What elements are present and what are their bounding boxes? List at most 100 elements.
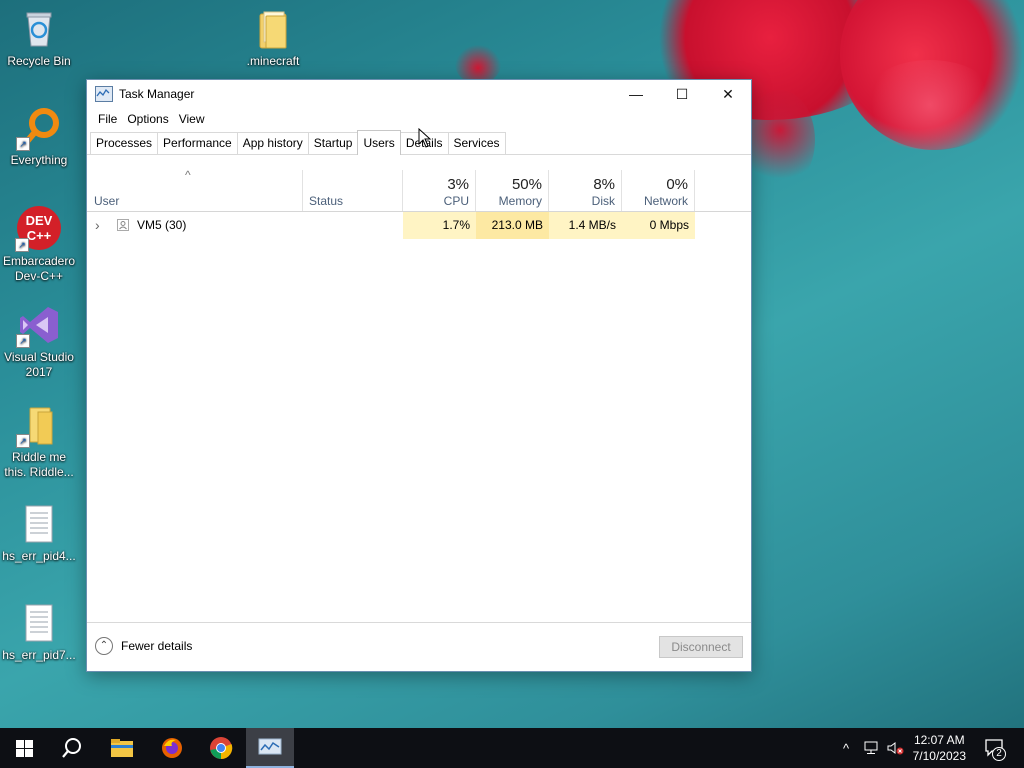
folder-icon (252, 8, 294, 50)
desktop-icon-label: Everything (10, 153, 68, 167)
desktop-icon-minecraft-folder[interactable]: .minecraft (235, 8, 311, 69)
column-header-status[interactable]: Status (303, 170, 403, 212)
user-status (303, 212, 403, 239)
volume-muted-icon[interactable] (884, 728, 906, 768)
search-icon (62, 738, 81, 758)
column-label-status: Status (309, 194, 344, 208)
disk-total-percent: 8% (593, 176, 615, 193)
wallpaper-flower-tip (455, 44, 501, 84)
tray-overflow-chevron[interactable]: ^ (836, 728, 856, 768)
text-file-icon (18, 503, 60, 545)
taskbar-firefox[interactable] (148, 728, 196, 768)
desktop-icon-label: hs_err_pid4... (2, 549, 76, 563)
tab-processes[interactable]: Processes (90, 132, 159, 154)
collapse-circle-icon[interactable]: ⌃ (95, 637, 113, 655)
memory-cell: 213.0 MB (476, 212, 549, 239)
column-header-cpu[interactable]: 3% CPU (403, 170, 476, 212)
text-file-icon (18, 602, 60, 644)
taskbar-task-manager[interactable] (246, 728, 294, 768)
clock-date: 7/10/2023 (912, 749, 966, 763)
menu-options[interactable]: Options (122, 112, 173, 126)
user-name: VM5 (30) (137, 218, 187, 232)
notification-count-badge: 2 (992, 747, 1006, 761)
column-label-network: Network (643, 194, 688, 208)
cpu-total-percent: 3% (447, 176, 469, 193)
desktop-icon-everything[interactable]: ↗ Everything (1, 107, 77, 168)
recycle-bin-icon (18, 8, 60, 50)
desktop-icon-visual-studio[interactable]: ↗ Visual Studio 2017 (1, 304, 77, 380)
taskbar: ^ 12:07 AM 7/10/2023 2 (0, 728, 1024, 768)
desktop-icon-label: hs_err_pid7... (2, 648, 76, 662)
desktop-icon-label: .minecraft (246, 54, 300, 68)
column-header-memory[interactable]: 50% Memory (476, 170, 549, 212)
maximize-icon: ☐ (675, 85, 689, 102)
windows-logo-icon (15, 739, 33, 757)
system-clock[interactable]: 12:07 AM 7/10/2023 (913, 732, 966, 764)
task-manager-icon (95, 86, 113, 102)
file-explorer-icon (111, 739, 133, 757)
network-cell: 0 Mbps (622, 212, 695, 239)
shortcut-arrow-icon: ↗ (16, 434, 30, 448)
table-row[interactable]: › VM5 (30) 1.7% 213.0 MB 1.4 MB/s 0 Mbps (87, 212, 751, 239)
firefox-icon (162, 738, 182, 758)
memory-total-percent: 50% (511, 176, 542, 193)
menu-bar: File Options View (87, 108, 751, 130)
wallpaper-flower-petal-lower (860, 60, 1000, 150)
shortcut-arrow-icon: ↗ (15, 238, 29, 252)
tab-startup[interactable]: Startup (307, 132, 359, 154)
column-label-disk: Disk (591, 194, 615, 208)
tab-app-history[interactable]: App history (236, 132, 309, 154)
close-button[interactable]: ✕ (705, 80, 751, 108)
menu-file[interactable]: File (93, 112, 122, 126)
close-icon: ✕ (722, 85, 734, 102)
desktop-icon-riddle-file[interactable]: ↗ Riddle me this. Riddle... (1, 404, 77, 480)
column-header-user[interactable]: ^ User (87, 168, 303, 212)
desktop-icon-label: Recycle Bin (7, 54, 71, 68)
disk-cell: 1.4 MB/s (549, 212, 622, 239)
network-total-percent: 0% (666, 176, 688, 193)
mouse-cursor (418, 128, 432, 148)
tab-performance[interactable]: Performance (157, 132, 238, 154)
disconnect-button[interactable]: Disconnect (659, 636, 743, 658)
shortcut-arrow-icon: ↗ (16, 334, 30, 348)
minimize-button[interactable]: — (613, 80, 659, 108)
desktop-icon-label: Riddle me this. Riddle... (4, 450, 74, 479)
menu-view[interactable]: View (174, 112, 210, 126)
tab-services[interactable]: Services (447, 132, 506, 154)
minimize-icon: — (629, 86, 643, 102)
desktop-icon-hs-err-log-2[interactable]: hs_err_pid7... (1, 602, 77, 663)
clock-time: 12:07 AM (913, 733, 965, 747)
network-icon[interactable] (860, 728, 882, 768)
wallpaper-flower-bud (745, 90, 815, 190)
desktop-icon-label: Embarcadero Dev-C++ (2, 254, 76, 283)
start-button[interactable] (0, 728, 48, 768)
desktop-icon-label: Visual Studio 2017 (4, 350, 74, 379)
desktop-icon-devcpp[interactable]: DEV C++ ↗ Embarcadero Dev-C++ (1, 206, 77, 284)
taskbar-chrome[interactable] (197, 728, 245, 768)
expand-chevron-icon[interactable]: › (95, 212, 100, 239)
window-footer: ⌃ Fewer details Disconnect (87, 622, 751, 671)
task-manager-window[interactable]: Task Manager — ☐ ✕ File Options View Pro… (86, 79, 752, 672)
column-label-user: User (94, 194, 120, 208)
maximize-button[interactable]: ☐ (659, 80, 705, 108)
cpu-cell: 1.7% (403, 212, 476, 239)
desktop-icon-hs-err-log-1[interactable]: hs_err_pid4... (1, 503, 77, 564)
devcpp-logo-icon: DEV C++ ↗ (15, 206, 61, 252)
column-label-cpu: CPU (443, 194, 469, 208)
search-button[interactable] (48, 728, 96, 768)
task-manager-taskbar-icon (258, 738, 282, 755)
tab-users[interactable]: Users (357, 130, 401, 155)
fewer-details-link[interactable]: Fewer details (121, 639, 192, 653)
shortcut-arrow-icon: ↗ (16, 137, 30, 151)
title-bar[interactable]: Task Manager — ☐ ✕ (87, 80, 751, 108)
chrome-icon (210, 737, 233, 760)
desktop-icon-recycle-bin[interactable]: Recycle Bin (1, 8, 77, 69)
notification-center-button[interactable]: 2 (978, 728, 1012, 768)
magnifier-icon: ↗ (16, 107, 60, 151)
taskbar-file-explorer[interactable] (98, 728, 146, 768)
column-header-network[interactable]: 0% Network (622, 170, 695, 212)
window-title: Task Manager (119, 87, 195, 101)
column-label-memory: Memory (498, 194, 542, 208)
user-avatar-icon (117, 219, 129, 231)
column-header-disk[interactable]: 8% Disk (549, 170, 622, 212)
